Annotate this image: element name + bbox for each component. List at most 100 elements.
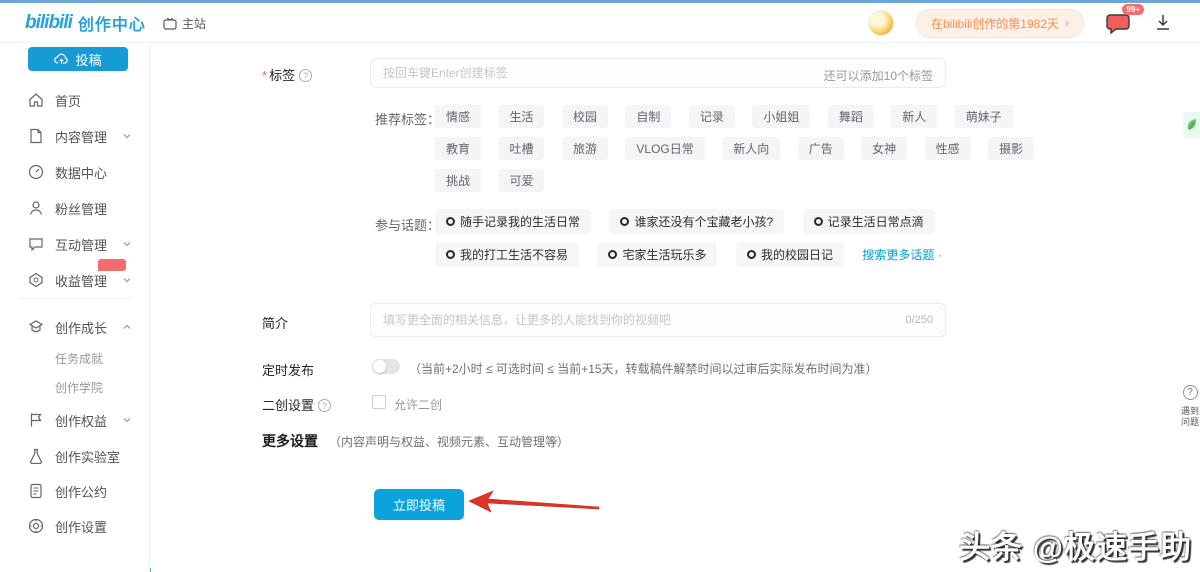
sidebar-item-label: 收益管理 xyxy=(55,273,108,289)
sidebar-item-revenue-management[interactable]: 收益管理 xyxy=(0,259,150,292)
topic-chip[interactable]: 我的校园日记 xyxy=(735,242,844,267)
tag-label: * 标签? xyxy=(262,65,313,84)
more-settings-toggle[interactable]: 更多设置 xyxy=(262,431,318,451)
info-icon[interactable]: ? xyxy=(318,399,332,412)
flag-icon xyxy=(30,413,42,427)
recommend-tag[interactable]: VLOG日常 xyxy=(625,137,705,160)
topic-icon xyxy=(446,217,455,226)
sidebar-item-creation-rights[interactable]: 创作权益 xyxy=(0,408,150,432)
sidebar-item-label: 首页 xyxy=(55,93,82,109)
recommend-tag[interactable]: 摄影 xyxy=(988,137,1035,160)
coin-icon xyxy=(29,272,43,288)
sidebar-item-fans-management[interactable]: 粉丝管理 xyxy=(0,196,150,220)
recommend-tag[interactable]: 校园 xyxy=(561,105,608,128)
leaf-icon xyxy=(1187,119,1196,131)
streak-text: 在bilibili创作的第1982天 xyxy=(930,16,1059,31)
person-icon xyxy=(29,201,43,215)
topic-chip[interactable]: 记录生活日常点滴 xyxy=(802,209,935,234)
recommend-tag[interactable]: 教育 xyxy=(435,137,482,160)
gear-icon xyxy=(28,518,44,534)
topic-icon xyxy=(746,250,756,259)
allow-second-creation-checkbox[interactable] xyxy=(372,395,386,409)
chevron-down-icon xyxy=(123,418,131,423)
allow-second-creation-text: 允许二创 xyxy=(394,398,443,412)
recommend-tag[interactable]: 新人 xyxy=(891,105,938,128)
chevron-up-icon xyxy=(123,324,131,329)
download-icon[interactable] xyxy=(1154,13,1172,33)
creation-streak-badge[interactable]: 在bilibili创作的第1982天 › xyxy=(915,8,1084,38)
recommend-tag[interactable]: 新人向 xyxy=(722,137,781,160)
sidebar-subitem-task-achievements[interactable]: 任务成就 xyxy=(55,350,103,367)
recommend-tag[interactable]: 萌妹子 xyxy=(954,105,1013,128)
gauge-icon xyxy=(28,164,44,180)
sidebar-item-label: 数据中心 xyxy=(55,165,108,181)
topic-icon xyxy=(620,217,630,226)
recommend-tag[interactable]: 记录 xyxy=(688,105,735,128)
recommend-tag[interactable]: 小姐姐 xyxy=(752,105,811,128)
sidebar-divider xyxy=(18,298,132,299)
sidebar-item-interaction-management[interactable]: 互动管理 xyxy=(0,232,150,256)
recommend-tag[interactable]: 生活 xyxy=(498,105,545,128)
recommend-tag[interactable]: 可爱 xyxy=(498,169,545,192)
topic-chip[interactable]: 我的打工生活不容易 xyxy=(435,242,580,267)
scroll-icon xyxy=(30,483,42,499)
recommend-tag[interactable]: 吐槽 xyxy=(498,137,545,160)
recommend-tag[interactable]: 女神 xyxy=(861,137,908,160)
help-float-widget[interactable]: ? 遇到 问题 xyxy=(1180,385,1200,428)
sidebar-item-label: 创作实验室 xyxy=(55,449,121,465)
sidebar-item-label: 创作公约 xyxy=(55,484,108,500)
logo[interactable]: bilibili 创作中心 xyxy=(25,11,146,35)
question-mark-icon[interactable]: ? xyxy=(1182,385,1198,400)
sidebar-item-label: 创作设置 xyxy=(55,519,108,535)
messages-button[interactable]: 99+ xyxy=(1106,4,1144,35)
sidebar-item-creation-settings[interactable]: 创作设置 xyxy=(0,514,150,538)
sidebar-item-data-center[interactable]: 数据中心 xyxy=(0,160,150,184)
recommend-tag[interactable]: 自制 xyxy=(625,105,672,128)
sidebar-item-label: 互动管理 xyxy=(55,237,108,253)
bilibili-logo: bilibili xyxy=(25,12,73,33)
recommend-tag[interactable]: 舞蹈 xyxy=(827,105,874,128)
more-settings-hint: （内容声明与权益、视频元素、互动管理等） xyxy=(329,435,570,449)
sidebar-item-content-management[interactable]: 内容管理 xyxy=(0,124,150,148)
topic-chip[interactable]: 宅家生活玩乐多 xyxy=(597,242,718,267)
upload-button[interactable]: 投稿 xyxy=(28,47,128,71)
topic-chip[interactable]: 谁家还没有个宝藏老小孩? xyxy=(609,209,785,234)
topic-icon xyxy=(813,217,823,226)
recommend-tag[interactable]: 性感 xyxy=(924,137,971,160)
sidebar-item-creation-growth[interactable]: 创作成长 xyxy=(0,315,150,339)
search-more-topics-link[interactable]: 搜索更多话题 · xyxy=(862,248,941,262)
user-avatar[interactable] xyxy=(867,10,894,36)
toggle-knob xyxy=(373,360,386,373)
sidebar-item-creation-convention[interactable]: 创作公约 xyxy=(0,479,150,503)
chevron-down-icon xyxy=(123,134,131,139)
topic-icon xyxy=(608,250,618,259)
sidebar-item-label: 创作成长 xyxy=(55,320,108,336)
tag-input[interactable] xyxy=(383,59,763,87)
recommend-tag[interactable]: 广告 xyxy=(797,137,844,160)
topic-chip[interactable]: 随手记录我的生活日常 xyxy=(435,209,592,234)
document-icon xyxy=(30,128,42,144)
sidebar-item-creation-lab[interactable]: 创作实验室 xyxy=(0,444,150,468)
recommend-tag[interactable]: 旅游 xyxy=(561,137,608,160)
required-asterisk: * xyxy=(262,68,268,83)
info-icon[interactable]: ? xyxy=(299,69,313,82)
chevron-right-icon: › xyxy=(1065,16,1069,30)
tv-icon xyxy=(163,17,177,30)
description-label: 简介 xyxy=(262,316,289,331)
recommend-tag[interactable]: 情感 xyxy=(435,105,482,128)
revenue-new-badge xyxy=(98,259,126,271)
main-site-link[interactable]: 主站 xyxy=(163,15,206,32)
description-input[interactable] xyxy=(383,304,813,336)
sidebar-item-label: 内容管理 xyxy=(55,129,108,145)
upload-button-label: 投稿 xyxy=(75,52,102,68)
second-creation-label: 二创设置? xyxy=(262,395,332,414)
sidebar-item-label: 粉丝管理 xyxy=(55,201,108,217)
sidebar-subitem-creation-academy[interactable]: 创作学院 xyxy=(55,379,103,396)
activity-float-widget[interactable] xyxy=(1183,112,1200,138)
page-title: 创作中心 xyxy=(77,17,146,34)
sidebar-item-home[interactable]: 首页 xyxy=(0,88,150,112)
schedule-label: 定时发布 xyxy=(262,363,315,378)
sidebar-item-label: 创作权益 xyxy=(55,413,108,429)
schedule-toggle[interactable] xyxy=(372,359,400,374)
recommend-tag[interactable]: 挑战 xyxy=(435,169,482,192)
